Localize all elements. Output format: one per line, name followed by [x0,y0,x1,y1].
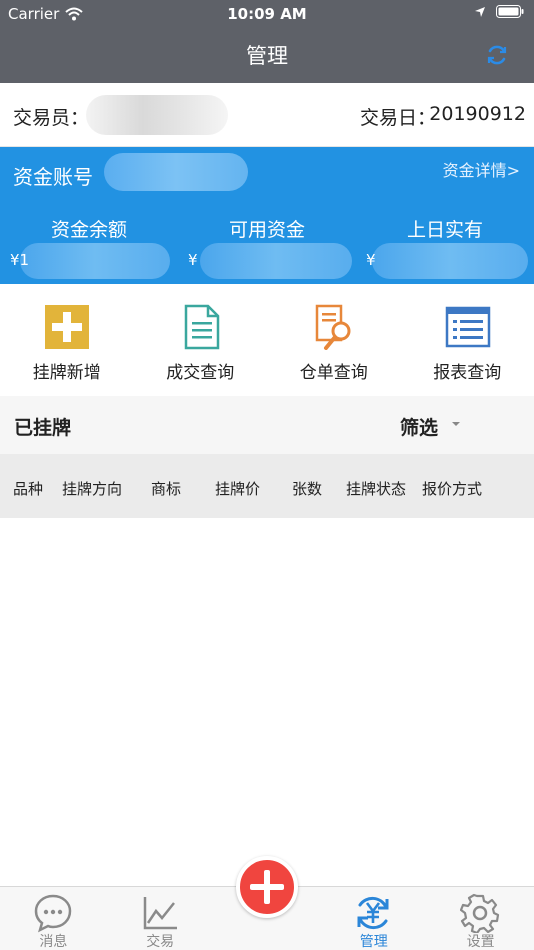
account-detail-link[interactable]: 资金详情> [443,157,520,181]
column-header-quote-mode: 报价方式 [422,480,483,498]
quick-action-label: 挂牌新增 [32,363,101,383]
trader-name-redacted [86,95,228,135]
report-list-icon [445,306,490,348]
quick-action-deal-query[interactable]: 成交查询 [134,284,268,396]
quick-action-label: 仓单查询 [299,363,368,383]
trader-label: 交易员： [13,107,90,129]
add-icon [250,870,284,904]
quick-actions: 挂牌新增 成交查询 仓单查询 报表查询 [0,284,534,396]
tab-manage[interactable]: 管理 [320,887,427,950]
column-header-quantity: 张数 [292,480,323,498]
column-header-price: 挂牌价 [215,480,261,498]
column-header-variety: 品种 [13,480,44,498]
tab-messages[interactable]: 消息 [0,887,107,950]
account-number-label: 资金账号 [13,165,93,189]
location-arrow-icon [475,6,485,17]
quick-action-add-listing[interactable]: 挂牌新增 [0,284,134,396]
refresh-icon[interactable] [484,42,510,68]
gear-icon [460,893,500,933]
battery-icon [496,5,524,18]
quick-action-label: 成交查询 [166,363,235,383]
previous-day-value-redacted [372,243,528,279]
tab-label: 交易 [146,934,175,950]
previous-day-value: ¥ [366,251,376,269]
previous-day-label: 上日实有 [406,219,483,241]
listing-title: 已挂牌 [14,417,72,439]
chat-bubble-icon [34,894,72,933]
tab-trade[interactable]: 交易 [107,887,214,950]
status-right [474,5,524,18]
document-icon [184,304,219,350]
trade-date-label: 交易日： [359,107,436,129]
add-listing-icon [45,305,89,349]
quick-action-label: 报表查询 [433,363,502,383]
tab-label: 管理 [359,934,388,950]
trade-date-value: 20190912 [429,103,526,125]
page-title: 管理 [246,44,288,68]
tab-settings[interactable]: 设置 [427,887,534,950]
available-value: ¥ [188,251,198,269]
filter-button[interactable]: 筛选 [400,413,438,440]
available-value-redacted [200,243,352,279]
status-bar: Carrier 10:09 AM [0,0,534,28]
balance-value-redacted [20,243,170,279]
center-add-button[interactable] [236,856,298,918]
balance-value: ¥1 [10,251,30,269]
account-panel: 资金账号 资金详情> 资金余额 可用资金 上日实有 ¥1 ¥ ¥ [0,147,534,284]
clock: 10:09 AM [227,5,307,23]
tab-label: 消息 [39,934,68,950]
search-document-icon [315,304,351,350]
table-header: 品种 挂牌方向 商标 挂牌价 张数 挂牌状态 报价方式 [0,454,534,518]
quick-action-warehouse-receipt-query[interactable]: 仓单查询 [267,284,401,396]
quick-action-report-query[interactable]: 报表查询 [401,284,534,396]
trader-row: 交易员： 交易日： 20190912 [0,83,534,147]
tab-label: 设置 [466,934,495,950]
column-header-status: 挂牌状态 [346,480,407,498]
yuan-refresh-icon [357,896,389,930]
account-number-redacted [104,153,248,191]
column-header-brand: 商标 [151,480,182,498]
balance-label: 资金余额 [50,219,127,241]
column-header-direction: 挂牌方向 [62,480,123,498]
nav-bar: 管理 [0,28,534,83]
listing-header: 已挂牌 筛选 [0,396,534,454]
available-funds-label: 可用资金 [228,219,305,241]
line-chart-icon [143,897,177,930]
chevron-down-icon[interactable] [452,422,460,426]
